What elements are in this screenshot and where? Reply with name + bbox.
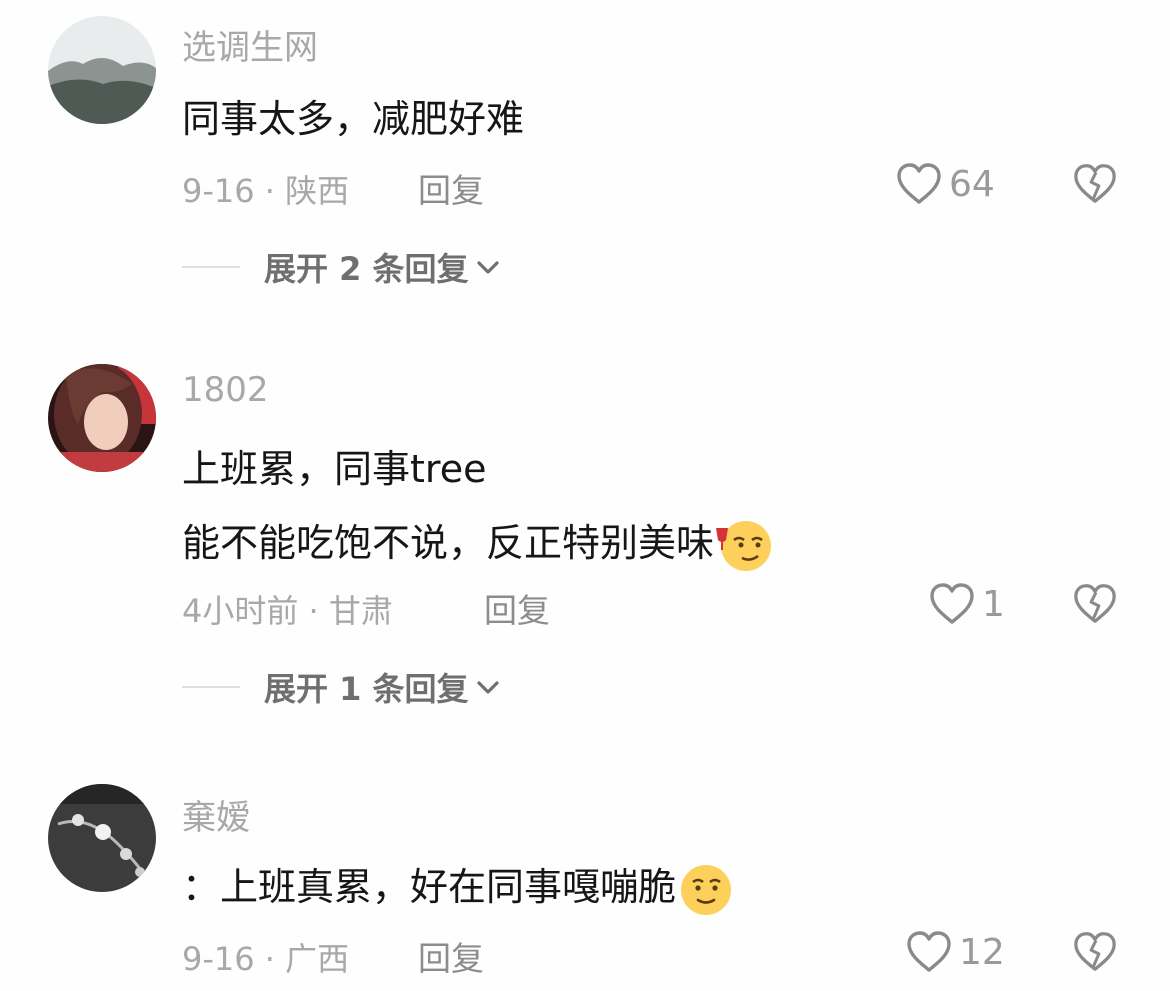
avatar[interactable] [48, 16, 156, 124]
broken-heart-icon [1074, 932, 1116, 971]
comment-text-content: 能不能吃饱不说，反正特别美味 [182, 521, 715, 565]
broken-heart-icon [1074, 584, 1116, 623]
like-count: 12 [959, 931, 1005, 973]
comment-text: 上班累，同事tree [182, 447, 487, 491]
dislike-button[interactable] [1072, 582, 1118, 630]
dislike-button[interactable] [1072, 930, 1118, 978]
reply-button[interactable]: 回复 [418, 164, 484, 212]
avatar[interactable] [48, 364, 156, 472]
reply-button[interactable]: 回复 [418, 932, 484, 980]
expand-replies-button[interactable]: 展开 2 条回复 [182, 244, 501, 290]
chevron-down-icon [476, 261, 499, 274]
username[interactable]: 棄嫒 [182, 790, 250, 839]
comment-meta: 9-16 · 陕西 [182, 172, 350, 210]
divider [182, 266, 240, 268]
expand-replies-button[interactable]: 展开 1 条回复 [182, 664, 501, 710]
username[interactable]: 1802 [182, 370, 269, 410]
like-count: 64 [949, 163, 995, 205]
broken-heart-icon [1074, 164, 1116, 203]
divider [182, 686, 240, 688]
like-button[interactable]: 1 [928, 582, 1005, 626]
expand-replies-label: 展开 2 条回复 [264, 250, 469, 288]
comment-meta: 4小时前 · 甘肃 [182, 592, 393, 630]
tipsy-emoji-icon [716, 520, 772, 571]
smirk-emoji-icon [681, 864, 732, 915]
heart-outline-icon [930, 583, 974, 624]
avatar[interactable] [48, 784, 156, 892]
comment-text: 同事太多，减肥好难 [182, 97, 525, 141]
heart-outline-icon [897, 163, 941, 204]
heart-outline-icon [907, 931, 951, 972]
like-button[interactable]: 12 [905, 930, 1005, 974]
expand-replies-label: 展开 1 条回复 [264, 670, 469, 708]
like-count: 1 [982, 583, 1005, 625]
dislike-button[interactable] [1072, 162, 1118, 210]
comment-meta: 9-16 · 广西 [182, 940, 350, 978]
like-button[interactable]: 64 [895, 162, 995, 206]
comment-text: 能不能吃饱不说，反正特别美味 [182, 512, 774, 574]
username[interactable]: 选调生网 [182, 20, 318, 69]
chevron-down-icon [476, 681, 499, 694]
comment-text: ：上班真累，好在同事嘎嘣脆 [182, 856, 734, 918]
reply-button[interactable]: 回复 [484, 584, 550, 632]
comment-text-content: ：上班真累，好在同事嘎嘣脆 [182, 865, 677, 909]
